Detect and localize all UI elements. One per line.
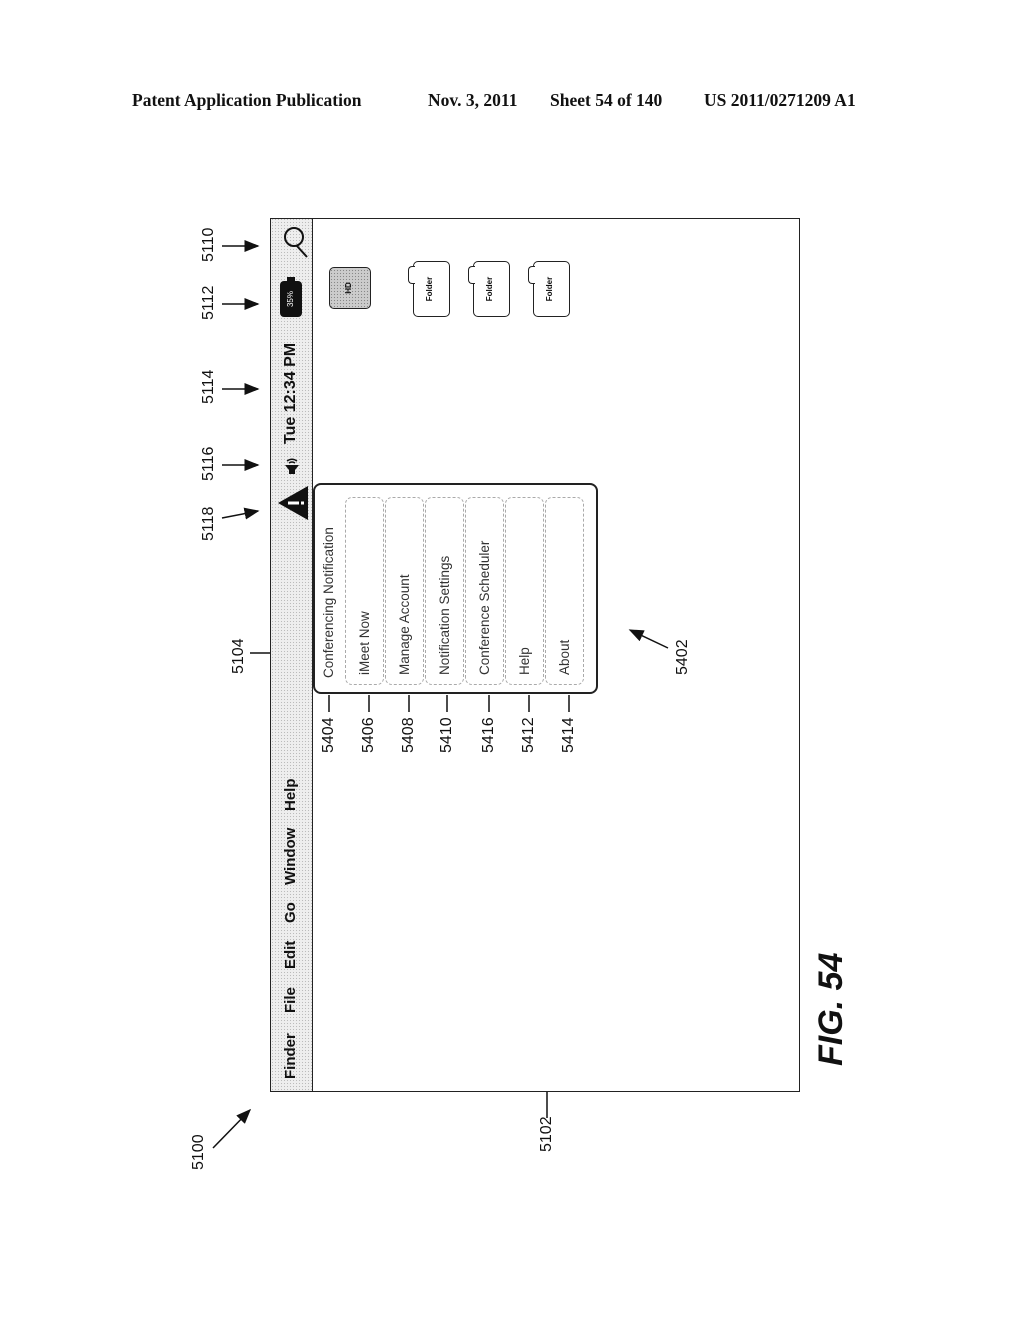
ref-5408: 5408: [400, 717, 417, 753]
ref-5114: 5114: [200, 369, 217, 404]
ref-5414: 5414: [560, 717, 577, 753]
ref-5416: 5416: [480, 717, 497, 753]
callout-lines: [212, 240, 669, 1149]
ref-5404: 5404: [320, 717, 337, 753]
ref-5402: 5402: [674, 639, 691, 675]
ref-5112: 5112: [200, 285, 217, 320]
ref-5118: 5118: [200, 506, 217, 541]
ref-5110: 5110: [200, 227, 217, 262]
ref-5116: 5116: [200, 446, 217, 481]
ref-5102: 5102: [538, 1116, 555, 1152]
figure-label: FIG. 54: [812, 952, 850, 1066]
arrow-5118: [221, 507, 260, 520]
ref-5100: 5100: [190, 1134, 207, 1170]
ref-5104: 5104: [230, 638, 247, 674]
ref-5410: 5410: [438, 717, 455, 753]
arrow-5100: [212, 1108, 252, 1149]
arrow-5402: [628, 629, 669, 649]
ref-5412: 5412: [520, 717, 537, 753]
ref-5406: 5406: [360, 717, 377, 753]
